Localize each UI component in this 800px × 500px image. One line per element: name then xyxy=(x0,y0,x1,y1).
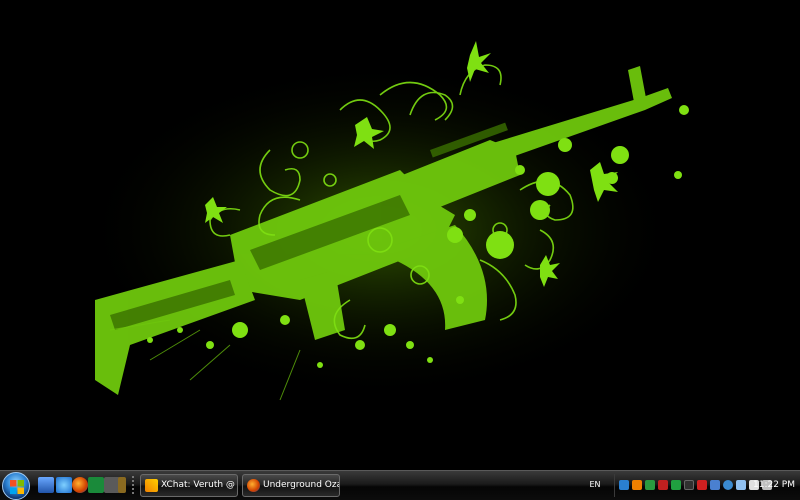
xchat-tray-icon[interactable] xyxy=(632,480,642,490)
wallpaper-ak47-floral xyxy=(0,0,800,470)
ati-tray-icon[interactable] xyxy=(658,480,668,490)
firefox-icon xyxy=(247,479,260,492)
publisher-icon[interactable] xyxy=(88,477,104,493)
windows-logo-icon xyxy=(10,480,24,494)
firefox-icon[interactable] xyxy=(72,477,88,493)
media-tray-icon[interactable] xyxy=(736,480,746,490)
taskbar-window-label: Underground Ozark... xyxy=(263,480,339,490)
quicklaunch-separator xyxy=(132,476,134,494)
antivirus-tray-icon[interactable] xyxy=(671,480,681,490)
app-icon[interactable] xyxy=(118,477,126,493)
security-tray-icon[interactable] xyxy=(697,480,707,490)
taskbar-window-firefox[interactable]: Underground Ozark... xyxy=(242,474,340,497)
ie-icon[interactable] xyxy=(56,477,72,493)
dark-tray-icon[interactable] xyxy=(684,480,694,490)
taskbar-window-xchat[interactable]: XChat: Veruth @ irc.... xyxy=(140,474,238,497)
taskbar: XChat: Veruth @ irc.... Underground Ozar… xyxy=(0,470,800,500)
mail-tray-icon[interactable] xyxy=(710,480,720,490)
system-tray: 11:22 PM xyxy=(614,474,800,497)
start-button[interactable] xyxy=(2,472,30,500)
desktop[interactable] xyxy=(0,0,800,470)
help-tray-icon[interactable] xyxy=(723,480,733,490)
language-indicator[interactable]: EN xyxy=(585,471,605,499)
clock[interactable]: 11:22 PM xyxy=(753,474,795,497)
xchat-icon xyxy=(145,479,158,492)
ie-tray-icon[interactable] xyxy=(619,480,629,490)
show-desktop-icon[interactable] xyxy=(38,477,54,493)
network-tray-icon[interactable] xyxy=(645,480,655,490)
taskbar-window-label: XChat: Veruth @ irc.... xyxy=(161,480,237,490)
